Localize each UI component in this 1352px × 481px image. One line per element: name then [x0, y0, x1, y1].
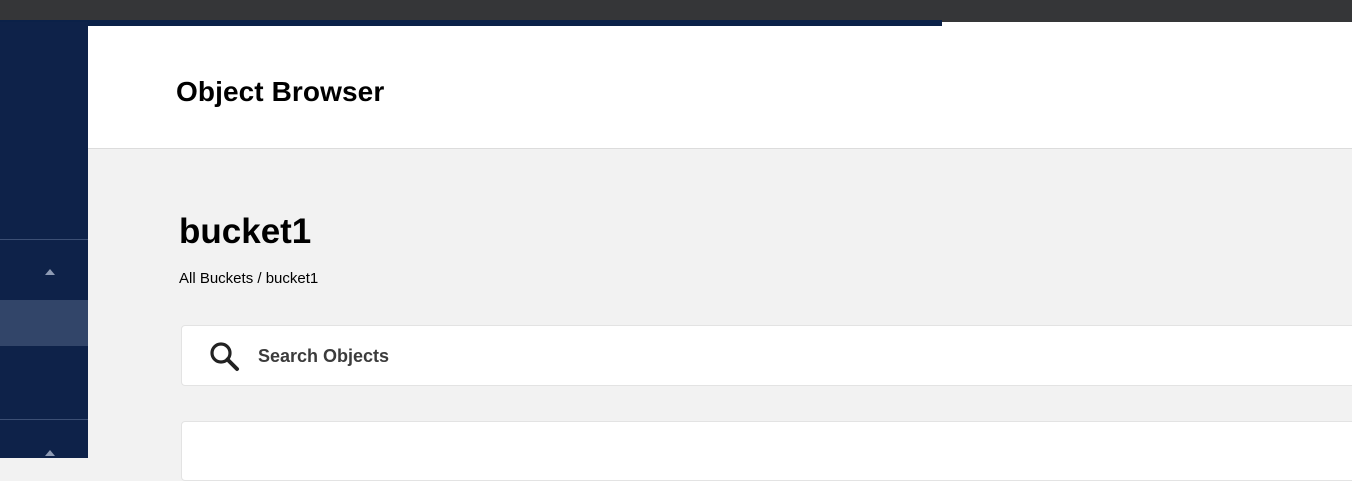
- breadcrumb-current: bucket1: [265, 270, 319, 287]
- sidebar: [0, 22, 88, 458]
- browser-top-bar: [0, 0, 1352, 22]
- search-box: [181, 325, 1352, 386]
- objects-panel: [181, 421, 1352, 481]
- page-title: Object Browser: [176, 76, 385, 107]
- breadcrumb-separator: /: [253, 270, 266, 287]
- sidebar-divider: [0, 239, 88, 240]
- sidebar-item-active[interactable]: [0, 300, 88, 346]
- page-header: Object Browser: [88, 26, 1352, 149]
- chevron-up-icon[interactable]: [45, 450, 55, 456]
- search-input[interactable]: [258, 340, 1258, 372]
- search-icon: [208, 340, 242, 374]
- sidebar-divider: [0, 419, 88, 420]
- breadcrumb-all-buckets[interactable]: All Buckets: [179, 270, 253, 287]
- bucket-title: bucket1: [179, 212, 312, 251]
- breadcrumb: All Buckets / bucket1: [179, 270, 318, 287]
- chevron-up-icon[interactable]: [45, 269, 55, 275]
